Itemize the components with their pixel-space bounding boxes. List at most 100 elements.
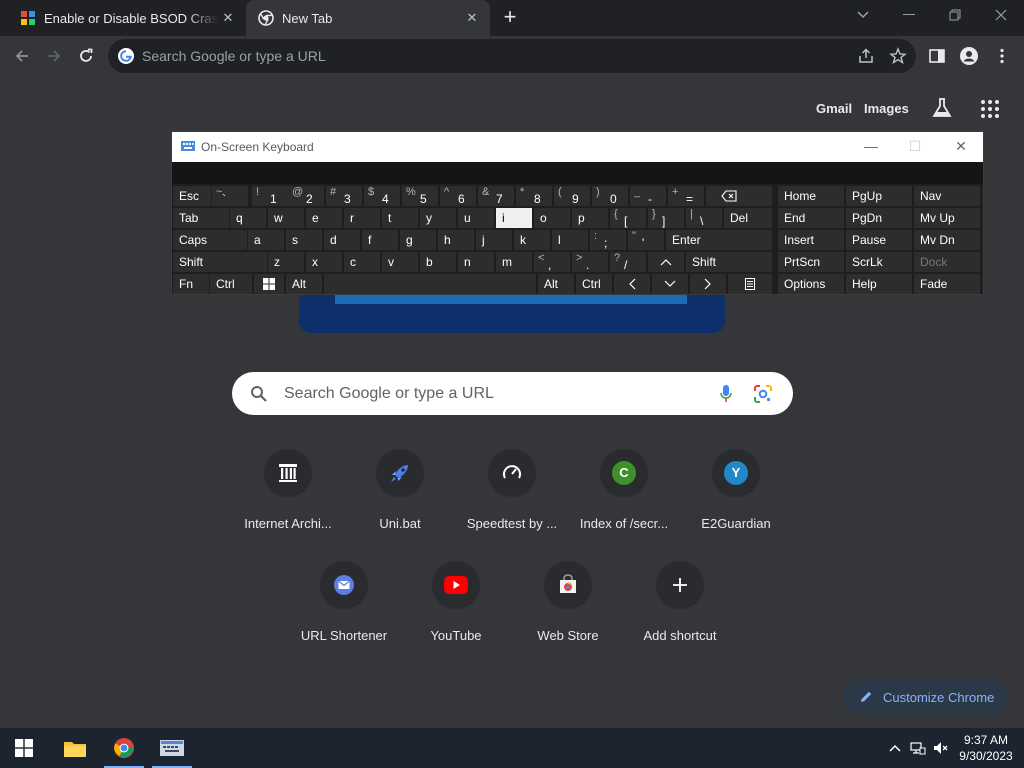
shortcut-internet-archive[interactable]: Internet Archi... [232,449,344,531]
key-num-1[interactable]: ! 1 [252,186,288,206]
key-b[interactable]: b [420,252,456,272]
shortcut-speedtest[interactable]: Speedtest by ... [456,449,568,531]
shortcut-uni-bat[interactable]: Uni.bat [344,449,456,531]
key-d[interactable]: d [324,230,360,250]
arrow-down-icon[interactable] [652,274,688,294]
chevron-up-icon[interactable] [887,740,903,756]
key-num-12[interactable]: + = [668,186,704,206]
key-bracket-2[interactable]: | \ [686,208,722,228]
key-help[interactable]: Help [846,274,912,294]
backspace-icon[interactable] [706,186,772,206]
key-fn[interactable]: Fn [173,274,209,294]
key-shift-left[interactable]: Shift [173,252,267,272]
minimize-icon[interactable] [886,0,932,30]
forward-icon[interactable] [40,42,68,70]
key-space[interactable] [324,274,536,294]
key-num-5[interactable]: % 5 [402,186,438,206]
key-v[interactable]: v [382,252,418,272]
key-num-8[interactable]: * 8 [516,186,552,206]
key-num-11[interactable]: _ - [630,186,666,206]
key-a[interactable]: a [248,230,284,250]
key-tab[interactable]: Tab [173,208,229,228]
google-lens-icon[interactable] [753,384,773,404]
key-u[interactable]: u [458,208,494,228]
key-s[interactable]: s [286,230,322,250]
key-ctrl-right[interactable]: Ctrl [576,274,612,294]
key-l[interactable]: l [552,230,588,250]
key-bracket-0[interactable]: {[ [610,208,646,228]
google-doodle[interactable] [299,290,725,333]
key-punct-2[interactable]: ? / [610,252,646,272]
volume-muted-icon[interactable] [933,740,949,756]
key-num-0[interactable]: ~ ` [212,186,248,206]
shortcut-index-of[interactable]: C Index of /secr... [568,449,680,531]
key-fade[interactable]: Fade [914,274,980,294]
close-icon[interactable]: ✕ [218,8,238,28]
key-mvup[interactable]: Mv Up [914,208,980,228]
key-n[interactable]: n [458,252,494,272]
tab-new-tab[interactable]: New Tab ✕ [246,0,490,36]
key-x[interactable]: x [306,252,342,272]
key-pause[interactable]: Pause [846,230,912,250]
key-q[interactable]: q [230,208,266,228]
chrome-taskbar-icon[interactable] [104,728,144,768]
reload-icon[interactable] [72,42,100,70]
gmail-link[interactable]: Gmail [816,101,852,116]
key-pgup[interactable]: PgUp [846,186,912,206]
osk-title-bar[interactable]: On-Screen Keyboard — ☐ ✕ [172,132,983,162]
key-h[interactable]: h [438,230,474,250]
osk-close-icon[interactable]: ✕ [950,138,972,156]
key-end[interactable]: End [778,208,844,228]
key-ctrl-left[interactable]: Ctrl [210,274,252,294]
key-r[interactable]: r [344,208,380,228]
context-menu-icon[interactable] [728,274,772,294]
key-e[interactable]: e [306,208,342,228]
key-f[interactable]: f [362,230,398,250]
kebab-menu-icon[interactable] [992,46,1012,66]
arrow-left-icon[interactable] [614,274,650,294]
labs-flask-icon[interactable] [931,97,953,119]
key-scrlk[interactable]: ScrLk [846,252,912,272]
key-esc[interactable]: Esc [173,186,211,206]
osk-taskbar-icon[interactable] [152,728,192,768]
key-m[interactable]: m [496,252,532,272]
key-g[interactable]: g [400,230,436,250]
key-enter[interactable]: Enter [666,230,772,250]
share-icon[interactable] [857,47,875,65]
key-num-4[interactable]: $4 [364,186,400,206]
tab-bsod[interactable]: Enable or Disable BSOD Crash on ✕ [8,0,246,36]
close-window-icon[interactable] [978,0,1024,30]
key-dock[interactable]: Dock [914,252,980,272]
bookmark-star-icon[interactable] [889,47,907,65]
new-tab-button[interactable]: + [498,6,522,30]
tab-search-chevron-down-icon[interactable] [840,0,886,30]
key-k[interactable]: k [514,230,550,250]
taskbar-clock[interactable]: 9:37 AM 9/30/2023 [955,732,1017,764]
key-punct-0[interactable]: <, [534,252,570,272]
key-i[interactable]: i [496,208,532,228]
shortcut-add[interactable]: Add shortcut [624,561,736,643]
key-bracket-1[interactable]: }] [648,208,684,228]
back-icon[interactable] [8,42,36,70]
shortcut-youtube[interactable]: YouTube [400,561,512,643]
windows-start-icon[interactable] [4,728,44,768]
key-punct-1[interactable]: >. [572,252,608,272]
key-caps[interactable]: Caps [173,230,247,250]
restore-icon[interactable] [932,0,978,30]
key-nav[interactable]: Nav [914,186,980,206]
key-alt-left[interactable]: Alt [286,274,322,294]
key-semi-0[interactable]: :; [590,230,626,250]
key-semi-1[interactable]: " ' [628,230,664,250]
key-num-9[interactable]: (9 [554,186,590,206]
key-z[interactable]: z [268,252,304,272]
key-j[interactable]: j [476,230,512,250]
osk-minimize-icon[interactable]: — [860,138,882,156]
key-shift-right[interactable]: Shift [686,252,772,272]
shortcut-web-store[interactable]: Web Store [512,561,624,643]
key-num-6[interactable]: ^ 6 [440,186,476,206]
arrow-right-icon[interactable] [690,274,726,294]
key-t[interactable]: t [382,208,418,228]
key-mvdn[interactable]: Mv Dn [914,230,980,250]
shortcut-e2guardian[interactable]: Y E2Guardian [680,449,792,531]
key-num-3[interactable]: #3 [326,186,362,206]
